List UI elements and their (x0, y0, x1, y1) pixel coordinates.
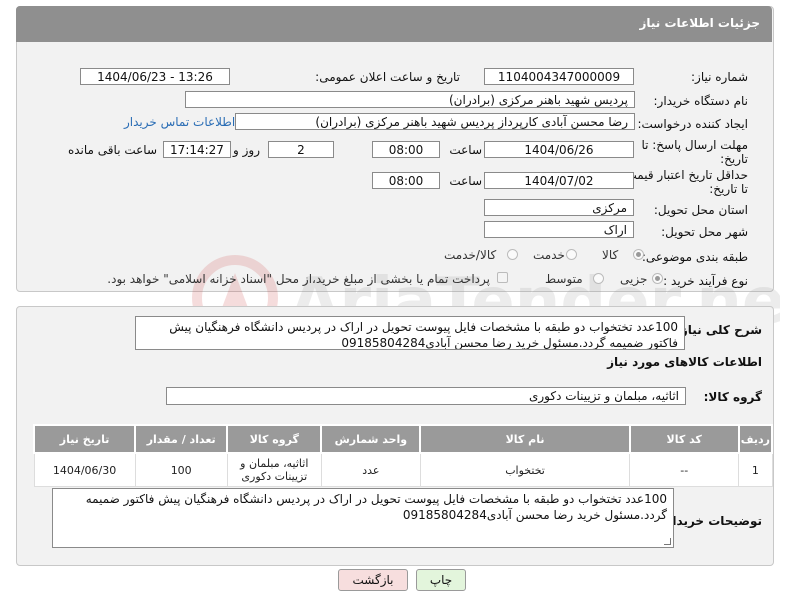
buyer-contact-link[interactable]: اطلاعات تماس خریدار (124, 115, 235, 129)
validity-label: حداقل تاریخ اعتبار قیمت: تا تاریخ: (621, 168, 748, 196)
col-quantity: تعداد / مقدار (134, 424, 229, 454)
city-field[interactable]: اراک (484, 221, 634, 238)
deadline-label: مهلت ارسال پاسخ: تا تاریخ: (641, 138, 748, 166)
panel-header: جزئیات اطلاعات نیاز (16, 6, 772, 42)
buyer-notes-label: توضیحات خریدار: (660, 514, 762, 528)
province-label: استان محل تحویل: (653, 203, 748, 217)
description-label: شرح کلی نیاز: (676, 323, 762, 337)
validity-date-field[interactable]: 1404/07/02 (484, 172, 634, 189)
category-radio-service[interactable] (566, 249, 577, 260)
buyer-notes-textarea[interactable]: 100عدد تختخواب دو طبقه با مشخصات فایل پی… (52, 488, 674, 548)
province-field[interactable]: مرکزی (484, 199, 634, 216)
buyer-notes-text: 100عدد تختخواب دو طبقه با مشخصات فایل پی… (85, 492, 667, 522)
cell-unit: عدد (320, 452, 421, 487)
category-radio-goods[interactable] (633, 249, 644, 260)
treasury-checkbox[interactable] (497, 272, 508, 283)
cell-date: 1404/06/30 (33, 452, 136, 487)
description-textarea[interactable]: 100عدد تختخواب دو طبقه با مشخصات فایل پی… (135, 316, 685, 350)
announce-field[interactable]: 1404/06/23 - 13:26 (80, 68, 230, 85)
back-button[interactable]: بازگشت (338, 569, 408, 591)
buyer-field[interactable]: پردیس شهید باهنر مرکزی (برادران) (185, 91, 635, 108)
days-field[interactable]: 2 (268, 141, 334, 158)
print-button[interactable]: چاپ (416, 569, 466, 591)
items-table: ردیف کد کالا نام کالا واحد شمارش گروه کا… (32, 424, 774, 487)
need-number-field[interactable]: 1104004347000009 (484, 68, 634, 85)
remaining-label: ساعت باقی مانده (67, 143, 157, 157)
cell-quantity: 100 (134, 452, 228, 487)
group-label: گروه کالا: (703, 390, 762, 404)
deadline-time-label: ساعت (449, 143, 482, 157)
process-label: نوع فرآیند خرید : (663, 274, 748, 288)
table-row[interactable]: 1 -- تختخواب عدد اثاثیه، مبلمان و تزیینا… (33, 452, 773, 487)
col-row: ردیف (737, 424, 774, 454)
need-number-label: شماره نیاز: (691, 70, 748, 84)
category-label-goods: کالا (602, 248, 619, 262)
col-name: نام کالا (419, 424, 631, 454)
days-label: روز و (233, 143, 260, 157)
announce-label: تاریخ و ساعت اعلان عمومی: (315, 70, 460, 84)
validity-time-field[interactable]: 08:00 (372, 172, 440, 189)
creator-field[interactable]: رضا محسن آبادی کارپرداز پردیس شهید باهنر… (235, 113, 635, 130)
process-label-minor: جزیی (620, 272, 648, 286)
col-group: گروه کالا (226, 424, 323, 454)
cell-group: اثاثیه، مبلمان و تزیینات دکوری (226, 452, 322, 487)
cell-code: -- (629, 452, 740, 487)
table-header-row: ردیف کد کالا نام کالا واحد شمارش گروه کا… (32, 424, 774, 454)
process-label-medium: متوسط (545, 272, 583, 286)
validity-time-label: ساعت (449, 174, 482, 188)
group-field[interactable]: اثاثیه، مبلمان و تزیینات دکوری (166, 387, 686, 405)
category-label-goods-service: کالا/خدمت (444, 248, 497, 262)
page-title: جزئیات اطلاعات نیاز (639, 16, 760, 30)
col-unit: واحد شمارش (320, 424, 422, 454)
deadline-time-field[interactable]: 08:00 (372, 141, 440, 158)
deadline-date-field[interactable]: 1404/06/26 (484, 141, 634, 158)
items-info-title: اطلاعات کالاهای مورد نیاز (607, 355, 762, 369)
creator-label: ایجاد کننده درخواست: (637, 117, 748, 131)
category-label: طبقه بندی موضوعی: (641, 250, 748, 264)
process-radio-minor[interactable] (652, 273, 663, 284)
city-label: شهر محل تحویل: (661, 225, 748, 239)
cell-row: 1 (738, 452, 773, 487)
buyer-label: نام دستگاه خریدار: (653, 94, 749, 108)
col-code: کد کالا (628, 424, 740, 454)
resize-handle[interactable] (664, 538, 671, 545)
treasury-note: پرداخت تمام یا بخشی از مبلغ خرید،از محل … (107, 272, 490, 286)
process-radio-medium[interactable] (593, 273, 604, 284)
remaining-time-field[interactable]: 17:14:27 (163, 141, 231, 158)
col-date: تاریخ نیاز (32, 424, 137, 454)
cell-name: تختخواب (419, 452, 631, 487)
category-radio-goods-service[interactable] (507, 249, 518, 260)
category-label-service: خدمت (533, 248, 565, 262)
